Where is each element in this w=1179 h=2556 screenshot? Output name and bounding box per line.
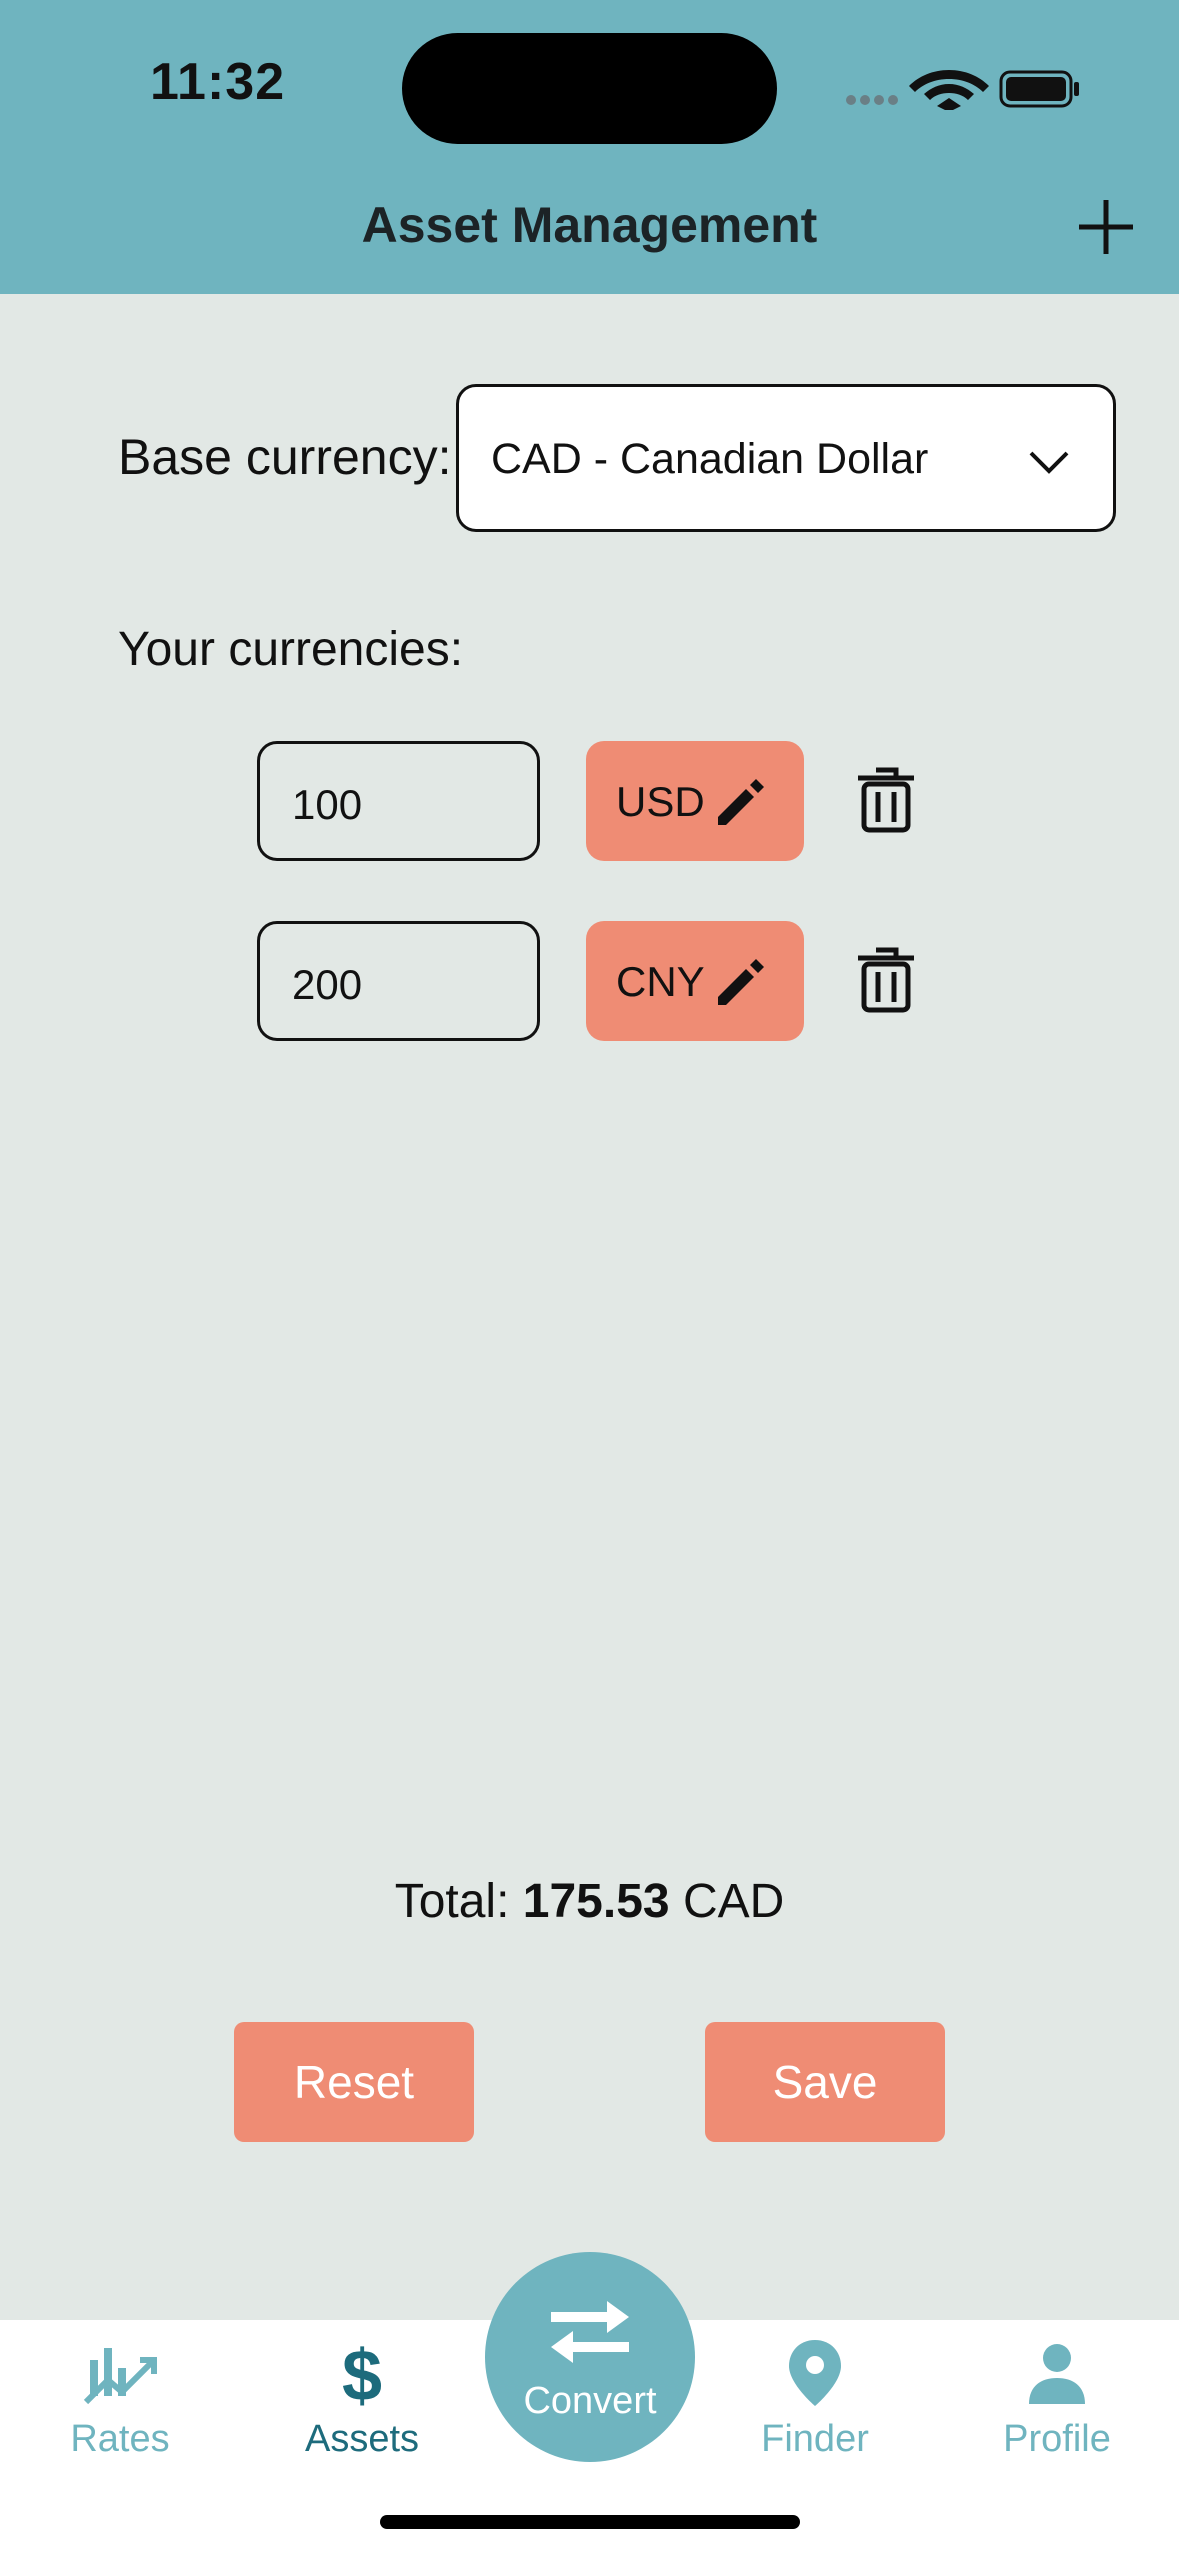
wifi-icon [909,70,989,110]
location-pin-icon [789,2340,841,2406]
status-icons [846,70,1079,110]
trash-icon[interactable] [850,764,922,836]
battery-icon [999,70,1079,108]
page-title: Asset Management [361,197,818,253]
svg-text:$: $ [342,2338,382,2408]
total-prefix: Total: [394,1875,510,1928]
amount-value: 100 [292,781,363,828]
person-icon [1029,2344,1085,2404]
trash-icon[interactable] [850,944,922,1016]
amount-value: 200 [292,961,363,1008]
tab-label: Rates [70,2418,170,2460]
amount-input-cny[interactable]: 200 [257,921,540,1041]
save-button[interactable]: Save [705,2022,945,2142]
tab-label: Profile [1003,2418,1111,2460]
chevron-down-icon [1029,451,1069,474]
tab-finder[interactable]: Finder [715,2338,915,2468]
tab-rates[interactable]: Rates [20,2338,220,2468]
convert-button[interactable]: Convert [485,2252,695,2462]
tab-assets[interactable]: $ Assets [262,2338,462,2468]
status-time: 11:32 [150,53,286,111]
currency-code: CNY [616,958,705,1005]
your-currencies-label: Your currencies: [118,623,464,676]
total-amount: Total: 175.53 CAD [0,1874,1179,1929]
swap-arrows-icon [551,2301,629,2363]
pencil-icon [718,779,764,825]
base-currency-select[interactable]: CAD - Canadian Dollar [456,384,1116,532]
dollar-icon: $ [342,2338,382,2408]
pencil-icon [718,959,764,1005]
convert-label: Convert [523,2380,657,2422]
tab-profile[interactable]: Profile [957,2338,1157,2468]
currency-code: USD [616,778,705,825]
signal-icon [846,95,898,105]
base-currency-value: CAD - Canadian Dollar [491,435,929,483]
plus-icon [1079,200,1133,254]
amount-input-usd[interactable]: 100 [257,741,540,861]
currency-edit-button-cny[interactable]: CNY [586,921,804,1041]
dynamic-island [402,33,777,144]
home-indicator [380,2515,800,2529]
reset-button[interactable]: Reset [234,2022,474,2142]
total-value: 175.53 [522,1875,670,1928]
base-currency-label: Base currency: [118,429,452,485]
tab-label: Finder [761,2418,869,2460]
add-currency-button[interactable] [1075,196,1137,258]
chart-icon [83,2348,157,2405]
total-unit: CAD [682,1875,785,1928]
top-bar: 11:32 Asset Management [0,0,1179,294]
currency-edit-button-usd[interactable]: USD [586,741,804,861]
tab-label: Assets [304,2418,420,2460]
